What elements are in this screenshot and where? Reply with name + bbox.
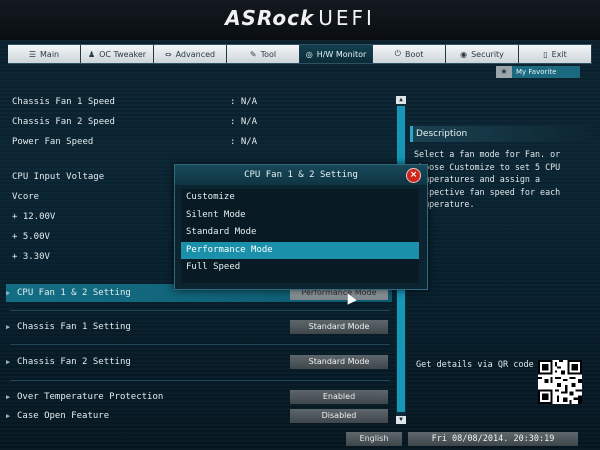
shield-icon: ◉ (460, 49, 468, 59)
qr-label: Get details via QR code (416, 360, 534, 370)
brand-name: ASRock (225, 6, 315, 30)
reading-label: Chassis Fan 2 Speed (12, 117, 115, 127)
person-icon: ♟ (87, 49, 96, 59)
option-customize[interactable]: Customize (181, 189, 419, 207)
exit-icon: ▯ (543, 49, 548, 59)
option-performance-mode[interactable]: Performance Mode (181, 241, 419, 260)
arrow-right-icon: ▶ (6, 289, 11, 297)
dialog-title: CPU Fan 1 & 2 Setting (175, 165, 427, 185)
tab-exit[interactable]: ▯ Exit (519, 45, 592, 63)
divider (10, 380, 390, 381)
main-nav: ☰ Main ♟ OC Tweaker ⇔ Advanced ✎ Tool ◎ H/W M… (8, 44, 592, 64)
tab-tool[interactable]: ✎ Tool (227, 45, 300, 63)
tab-oc-tweaker[interactable]: ♟ OC Tweaker (81, 45, 154, 63)
divider (10, 344, 390, 345)
reading-label: + 12.00V (12, 212, 56, 222)
reading-value: : N/A (230, 97, 258, 107)
tab-label: Main (40, 49, 60, 59)
description-title: Description (410, 126, 588, 142)
tab-label: Advanced (175, 49, 216, 59)
header-bar: ASRock UEFI (0, 0, 600, 40)
option-full-speed[interactable]: Full Speed (181, 259, 419, 277)
wrench-icon: ✎ (249, 49, 257, 59)
tab-label: H/W Monitor (316, 49, 367, 59)
divider (10, 310, 390, 311)
case-open-setting-value[interactable]: Disabled (290, 409, 388, 423)
tab-boot[interactable]: ⏻ Boot (373, 45, 446, 63)
close-icon[interactable]: × (406, 168, 421, 183)
reading-value: : N/A (230, 117, 258, 127)
over-temp-setting-value[interactable]: Enabled (290, 390, 388, 404)
reading-label: Chassis Fan 1 Speed (12, 97, 115, 107)
tab-label: Security (471, 49, 504, 59)
star-icon: ★ (496, 66, 512, 78)
tab-label: Exit (551, 49, 567, 59)
tab-advanced[interactable]: ⇔ Advanced (154, 45, 227, 63)
datetime-display: Fri 08/08/2014. 20:30:19 (408, 432, 578, 446)
menu-icon: ☰ (28, 49, 37, 59)
fan-mode-options: Customize Silent Mode Standard Mode Perf… (181, 189, 419, 283)
setting-label: Chassis Fan 1 Setting (17, 322, 131, 332)
reading-label: + 3.30V (12, 252, 50, 262)
reading-label: + 5.00V (12, 232, 50, 242)
fan-mode-dialog: CPU Fan 1 & 2 Setting × Customize Silent… (174, 164, 428, 290)
tab-hw-monitor[interactable]: ◎ H/W Monitor (300, 45, 373, 63)
tab-main[interactable]: ☰ Main (8, 45, 81, 63)
tab-label: OC Tweaker (99, 49, 147, 59)
arrow-right-icon: ▶ (6, 393, 11, 401)
power-icon: ⏻ (394, 49, 401, 58)
description-text: Select a fan mode for Fan. or choose Cus… (414, 149, 561, 209)
my-favorite-button[interactable]: ★ My Favorite (496, 66, 580, 78)
qr-code-icon (538, 360, 582, 404)
tab-label: Tool (260, 49, 277, 59)
setting-label: Chassis Fan 2 Setting (17, 357, 131, 367)
monitor-icon: ◎ (305, 49, 313, 59)
tab-label: Boot (404, 49, 424, 59)
option-standard-mode[interactable]: Standard Mode (181, 224, 419, 242)
brand-logo: ASRock UEFI (0, 6, 600, 30)
arrow-right-icon: ▶ (6, 323, 11, 331)
reading-label: Vcore (12, 192, 40, 202)
arrow-right-icon: ▶ (6, 358, 11, 366)
scroll-down-icon[interactable]: ▼ (396, 416, 406, 424)
setting-label: Over Temperature Protection (17, 392, 164, 402)
chassis-fan-1-setting-value[interactable]: Standard Mode (290, 320, 388, 334)
setting-label: Case Open Feature (17, 411, 110, 421)
list-icon: ⇔ (164, 49, 172, 59)
tab-security[interactable]: ◉ Security (446, 45, 519, 63)
scroll-up-icon[interactable]: ▲ (396, 96, 406, 104)
reading-label: Power Fan Speed (12, 137, 94, 147)
reading-value: : N/A (230, 137, 258, 147)
option-silent-mode[interactable]: Silent Mode (181, 207, 419, 225)
setting-label: CPU Fan 1 & 2 Setting (17, 288, 131, 298)
brand-product: UEFI (318, 6, 375, 30)
my-favorite-label: My Favorite (512, 66, 580, 78)
arrow-right-icon: ▶ (6, 412, 11, 420)
reading-label: CPU Input Voltage (12, 172, 105, 182)
chassis-fan-2-setting-value[interactable]: Standard Mode (290, 355, 388, 369)
language-button[interactable]: English (346, 432, 402, 446)
